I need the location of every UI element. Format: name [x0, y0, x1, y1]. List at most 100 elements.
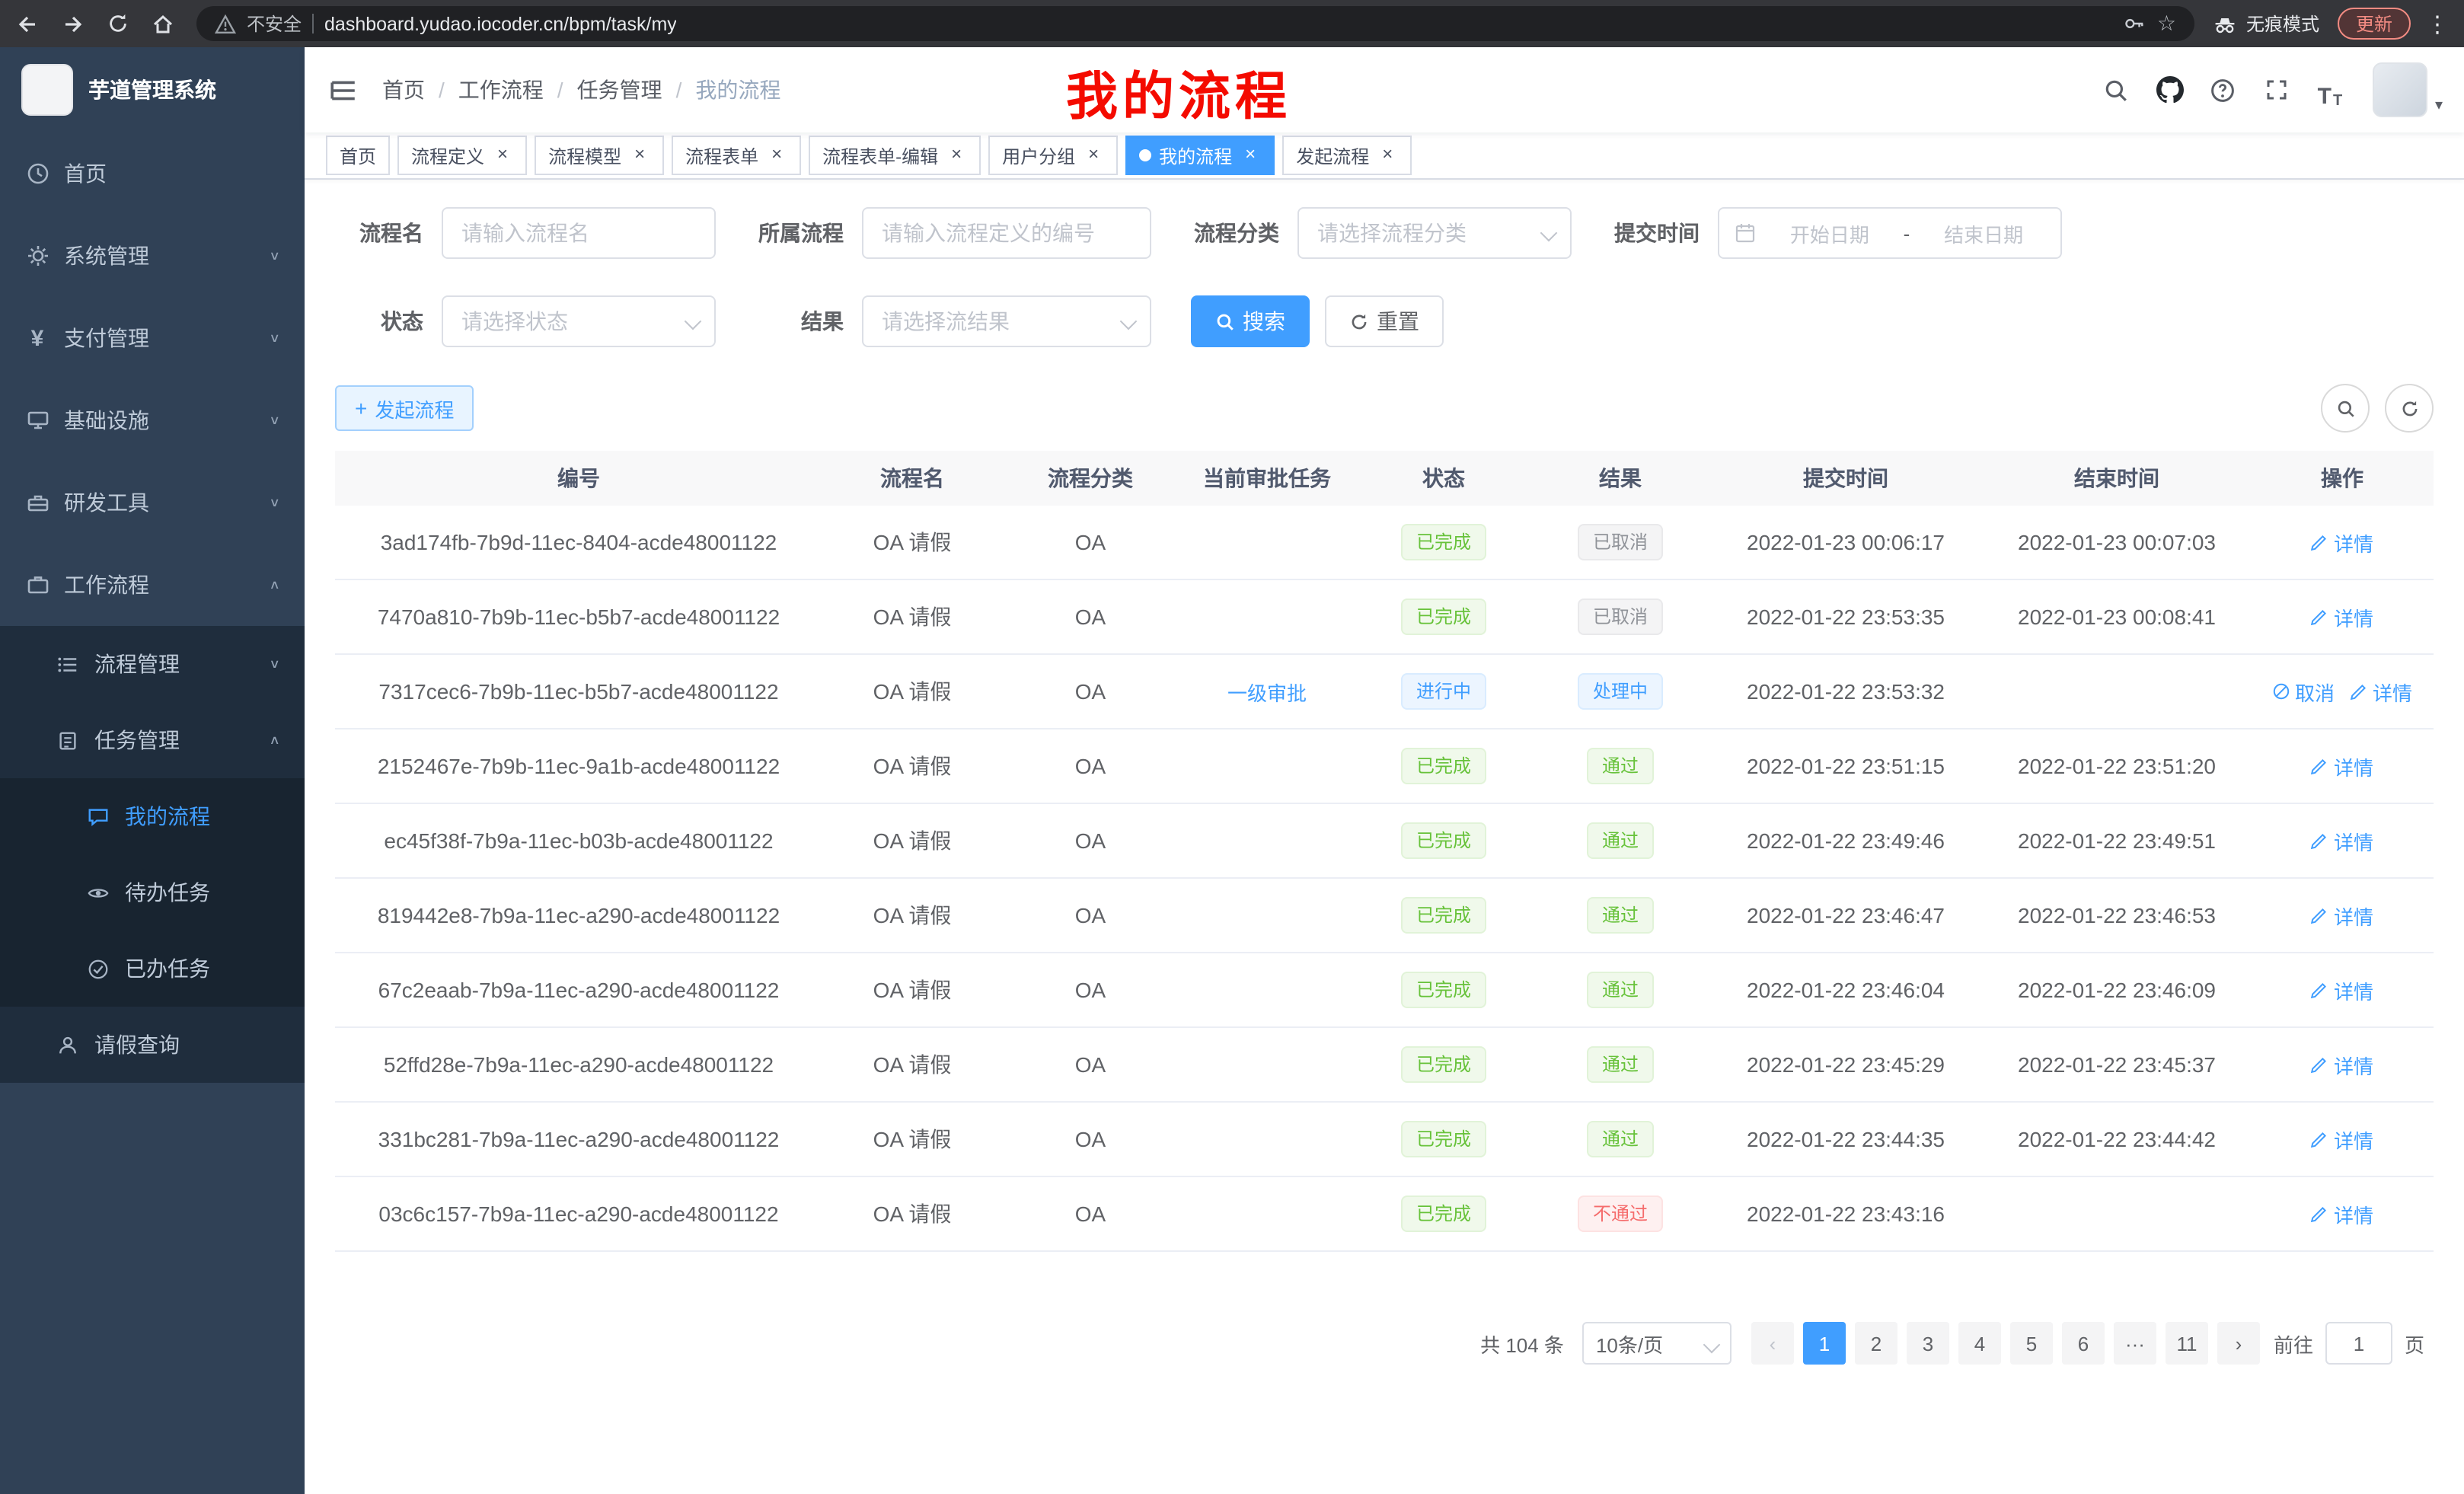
toggle-search-icon[interactable] — [2321, 384, 2370, 433]
page-number-button[interactable]: 6 — [2062, 1322, 2105, 1365]
tab-close-icon[interactable]: × — [1083, 145, 1104, 166]
tasks-icon — [55, 729, 81, 752]
tab[interactable]: 我的流程 × — [1125, 136, 1275, 175]
column-header[interactable]: 流程名 — [822, 451, 1002, 506]
tab[interactable]: 流程表单-编辑 × — [809, 136, 981, 175]
font-size-icon[interactable]: TT — [2310, 70, 2350, 110]
tab-close-icon[interactable]: × — [946, 145, 967, 166]
sidebar-item-infrastructure[interactable]: 基础设施 ∨ — [0, 379, 305, 461]
page-number-button[interactable]: 5 — [2010, 1322, 2053, 1365]
tab[interactable]: 用户分组 × — [988, 136, 1118, 175]
password-key-icon[interactable] — [2124, 12, 2146, 35]
browser-update-button[interactable]: 更新 — [2338, 8, 2411, 40]
status-select[interactable] — [442, 295, 716, 347]
column-header[interactable]: 流程分类 — [1002, 451, 1179, 506]
create-process-label: 发起流程 — [375, 394, 454, 423]
breadcrumb-item[interactable]: 任务管理 — [577, 75, 662, 105]
address-bar[interactable]: 不安全 dashboard.yudao.iocoder.cn/bpm/task/… — [196, 6, 2194, 41]
detail-button[interactable]: 详情 — [2311, 901, 2373, 930]
detail-button[interactable]: 详情 — [2311, 1199, 2373, 1228]
process-definition-input[interactable] — [862, 207, 1151, 259]
github-icon[interactable] — [2150, 70, 2190, 110]
page-number-button[interactable]: 4 — [1958, 1322, 2001, 1365]
sidebar-item-devtools[interactable]: 研发工具 ∨ — [0, 461, 305, 544]
page-number-button[interactable]: 11 — [2166, 1322, 2208, 1365]
page-number-button[interactable]: 2 — [1855, 1322, 1897, 1365]
detail-button[interactable]: 详情 — [2311, 602, 2373, 631]
reset-button[interactable]: 重置 — [1325, 295, 1444, 347]
sidebar-item-home[interactable]: 首页 — [0, 132, 305, 215]
browser-back-icon[interactable] — [15, 11, 40, 36]
prev-page-button[interactable]: ‹ — [1751, 1322, 1794, 1365]
next-page-button[interactable]: › — [2217, 1322, 2260, 1365]
cell-submit-time: 2022-01-22 23:46:47 — [1709, 903, 1983, 927]
sidebar-item-workflow[interactable]: 工作流程 ∧ — [0, 544, 305, 626]
page-number-button[interactable]: ··· — [2114, 1322, 2156, 1365]
browser-menu-icon[interactable]: ⋮ — [2426, 10, 2449, 37]
jump-page-input[interactable] — [2325, 1322, 2392, 1365]
tab[interactable]: 首页 — [326, 136, 390, 175]
date-range-picker[interactable]: 开始日期 - 结束日期 — [1718, 207, 2062, 259]
sidebar-item-my-process[interactable]: 我的流程 — [0, 778, 305, 854]
sidebar-item-payment[interactable]: ¥ 支付管理 ∨ — [0, 297, 305, 379]
column-header[interactable]: 操作 — [2251, 451, 2434, 506]
breadcrumb-item[interactable]: 首页 — [382, 75, 425, 105]
detail-button[interactable]: 详情 — [2350, 677, 2412, 706]
page-size-select[interactable]: 10条/页 — [1582, 1322, 1732, 1365]
column-header[interactable]: 提交时间 — [1709, 451, 1983, 506]
detail-button[interactable]: 详情 — [2311, 1125, 2373, 1154]
detail-button[interactable]: 详情 — [2311, 528, 2373, 557]
category-select[interactable] — [1297, 207, 1572, 259]
tab-close-icon[interactable]: × — [766, 145, 787, 166]
sidebar-item-label: 首页 — [64, 158, 280, 189]
sidebar-item-system[interactable]: 系统管理 ∨ — [0, 215, 305, 297]
column-header[interactable]: 编号 — [335, 451, 822, 506]
tab-close-icon[interactable]: × — [492, 145, 513, 166]
column-header[interactable]: 结果 — [1532, 451, 1709, 506]
hamburger-icon[interactable] — [305, 75, 382, 104]
browser-forward-icon[interactable] — [61, 11, 85, 36]
fullscreen-icon[interactable] — [2257, 70, 2296, 110]
sidebar-item-done-tasks[interactable]: 已办任务 — [0, 931, 305, 1007]
current-task-link[interactable]: 一级审批 — [1227, 677, 1307, 706]
tab-close-icon[interactable]: × — [1377, 145, 1398, 166]
avatar[interactable] — [2373, 62, 2427, 117]
tab[interactable]: 发起流程 × — [1282, 136, 1412, 175]
sidebar-item-todo-tasks[interactable]: 待办任务 — [0, 854, 305, 931]
detail-button[interactable]: 详情 — [2311, 1050, 2373, 1079]
column-header[interactable]: 状态 — [1355, 451, 1532, 506]
page-number-button[interactable]: 3 — [1907, 1322, 1949, 1365]
column-header[interactable]: 当前审批任务 — [1179, 451, 1355, 506]
detail-button[interactable]: 详情 — [2311, 826, 2373, 855]
page-number-button[interactable]: 1 — [1803, 1322, 1846, 1365]
sidebar-logo[interactable]: 芋道管理系统 — [0, 47, 305, 132]
sidebar-item-task-management[interactable]: 任务管理 ∧ — [0, 702, 305, 778]
result-select[interactable] — [862, 295, 1151, 347]
tab-close-icon[interactable]: × — [1240, 145, 1261, 166]
tab[interactable]: 流程模型 × — [535, 136, 664, 175]
process-name-input[interactable] — [442, 207, 716, 259]
detail-button[interactable]: 详情 — [2311, 975, 2373, 1004]
tab[interactable]: 流程定义 × — [397, 136, 527, 175]
column-header[interactable]: 结束时间 — [1983, 451, 2251, 506]
result-badge: 通过 — [1587, 897, 1654, 934]
cancel-button[interactable]: 取消 — [2272, 677, 2335, 706]
tab-close-icon[interactable]: × — [629, 145, 650, 166]
url-text: dashboard.yudao.iocoder.cn/bpm/task/my — [324, 13, 677, 34]
refresh-table-icon[interactable] — [2385, 384, 2434, 433]
search-button[interactable]: 搜索 — [1191, 295, 1310, 347]
tab[interactable]: 流程表单 × — [672, 136, 801, 175]
browser-refresh-icon[interactable] — [107, 12, 129, 35]
create-process-button[interactable]: + 发起流程 — [335, 385, 474, 431]
bookmark-star-icon[interactable]: ☆ — [2157, 11, 2176, 37]
browser-home-icon[interactable] — [151, 11, 175, 36]
end-date-placeholder[interactable]: 结束日期 — [1922, 219, 2045, 247]
breadcrumb-item[interactable]: 工作流程 — [458, 75, 544, 105]
detail-button[interactable]: 详情 — [2311, 752, 2373, 781]
user-menu[interactable]: ▾ — [2373, 62, 2443, 117]
start-date-placeholder[interactable]: 开始日期 — [1768, 219, 1891, 247]
search-icon[interactable] — [2097, 70, 2137, 110]
sidebar-item-process-management[interactable]: 流程管理 ∨ — [0, 626, 305, 702]
help-icon[interactable] — [2204, 70, 2243, 110]
sidebar-item-leave-query[interactable]: 请假查询 — [0, 1007, 305, 1083]
